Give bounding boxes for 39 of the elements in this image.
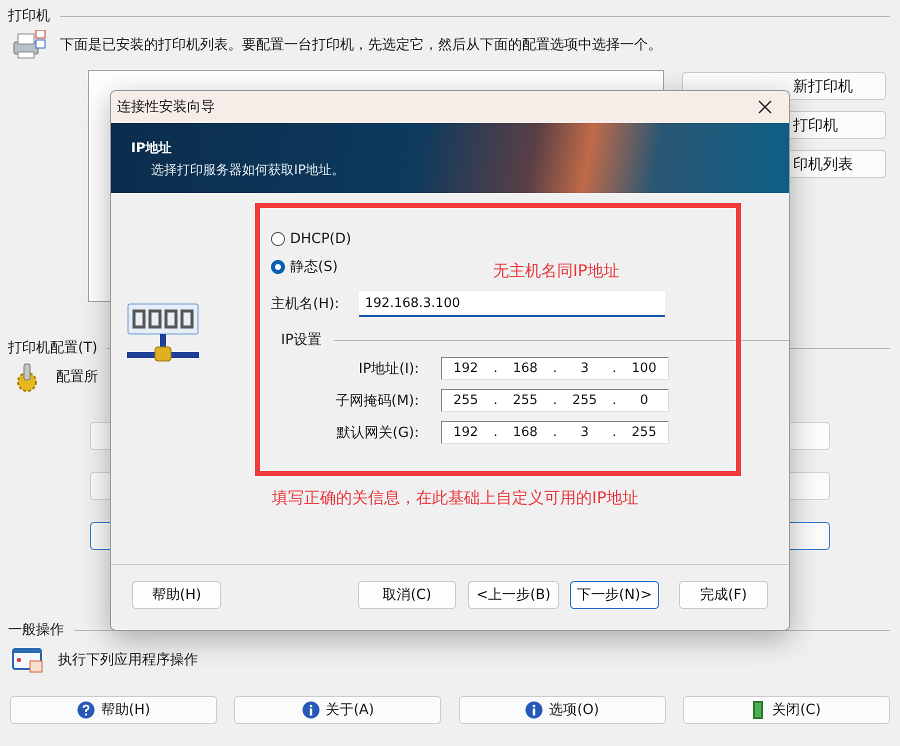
annotation-text: 无主机名同IP地址 xyxy=(493,261,620,282)
close-icon xyxy=(758,100,772,114)
header-title: IP地址 xyxy=(131,140,172,157)
section-title: 一般操作 xyxy=(8,621,64,639)
ip-address-field[interactable]: 192 . 168 . 3 . 255 xyxy=(441,421,669,444)
field-label: 子网掩码(M): xyxy=(334,392,420,410)
radio-button[interactable] xyxy=(271,232,285,246)
description-text: 下面是已安装的打印机列表。要配置一台打印机，先选定它，然后从下面的配置选项中选择一个。 xyxy=(60,36,662,54)
help-icon xyxy=(76,701,95,719)
wizard-button[interactable]: <上一步(B) xyxy=(468,580,559,608)
group-title: IP设置 xyxy=(281,331,322,349)
section-title: 打印机配置(T) xyxy=(8,339,98,357)
info-icon xyxy=(302,701,320,719)
action-button[interactable]: 关闭(C) xyxy=(682,696,890,724)
wizard-button[interactable]: 完成(F) xyxy=(679,580,768,608)
wizard-button[interactable]: 下一步(N)> xyxy=(570,580,659,608)
annotation-text: 填写正确的关信息，在此基础上自定义可用的IP地址 xyxy=(272,488,638,509)
field-label: IP地址(I): xyxy=(358,360,420,378)
window-title: 连接性安装向导 xyxy=(117,98,215,116)
ip-address-field[interactable]: 192 . 168 . 3 . 100 xyxy=(441,357,669,380)
wizard-button[interactable]: 帮助(H) xyxy=(132,580,221,608)
description-text: 执行下列应用程序操作 xyxy=(58,651,198,669)
field-label: 主机名(H): xyxy=(271,295,340,313)
section-title: 打印机 xyxy=(8,7,50,25)
radio-label: DHCP(D) xyxy=(290,231,352,247)
info-icon xyxy=(525,701,544,719)
radio-button[interactable] xyxy=(271,260,285,274)
action-button[interactable]: 关于(A) xyxy=(234,696,442,724)
radio-label: 静态(S) xyxy=(290,258,338,276)
description-text: 配置所 xyxy=(56,368,98,386)
header-subtitle: 选择打印服务器如何获取IP地址。 xyxy=(151,162,346,179)
printer-icon xyxy=(12,30,46,60)
ip-address-field[interactable]: 255 . 255 . 255 . 0 xyxy=(441,389,669,412)
action-button[interactable]: 选项(O) xyxy=(458,696,666,724)
window-icon xyxy=(12,646,44,674)
wizard-button[interactable]: 取消(C) xyxy=(358,580,456,608)
hostname-field[interactable]: 192.168.3.100 xyxy=(359,291,665,317)
field-label: 默认网关(G): xyxy=(336,424,420,442)
action-button[interactable]: 帮助(H) xyxy=(10,696,217,724)
